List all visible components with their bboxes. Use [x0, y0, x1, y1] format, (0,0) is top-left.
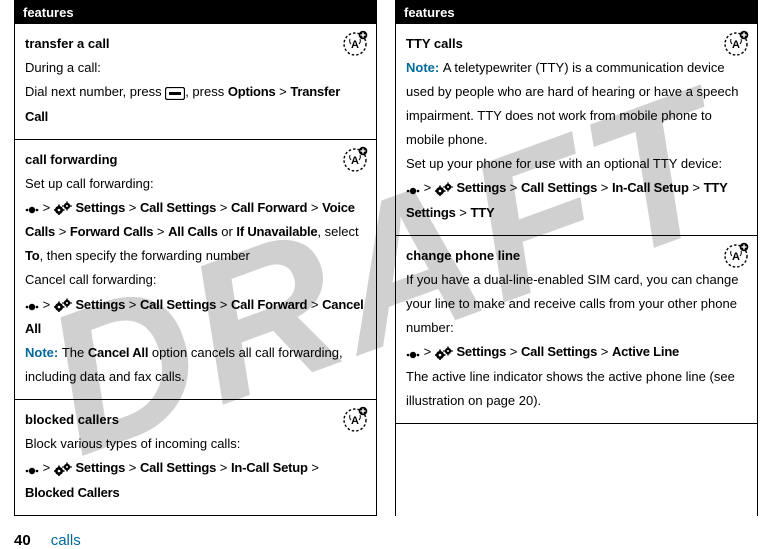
- feature-title: blocked callers: [25, 408, 366, 432]
- settings-icon: [54, 457, 72, 481]
- network-badge-icon: A: [342, 406, 368, 432]
- feature-cell: Atransfer a callDuring a call:Dial next …: [15, 24, 376, 140]
- menu-path-segment: TTY: [471, 205, 495, 220]
- feature-text: Note: The Cancel All option cancels all …: [25, 341, 366, 389]
- menu-path-segment: Settings: [75, 200, 125, 215]
- network-badge-icon: A: [342, 30, 368, 56]
- feature-cell: ATTY callsNote: A teletypewriter (TTY) i…: [396, 24, 757, 236]
- feature-text: Cancel call forwarding:: [25, 268, 366, 292]
- menu-path-segment: Call Settings: [521, 180, 597, 195]
- feature-text: During a call:: [25, 56, 366, 80]
- network-badge-icon: A: [342, 146, 368, 172]
- menu-path-segment: In-Call Setup: [231, 460, 308, 475]
- menu-path-segment: Call Forward: [231, 200, 307, 215]
- page-footer: 40 calls: [0, 516, 772, 549]
- feature-title: transfer a call: [25, 32, 366, 56]
- left-column: features Atransfer a callDuring a call:D…: [14, 0, 377, 516]
- feature-cell: Ablocked callersBlock various types of i…: [15, 400, 376, 516]
- settings-icon: [54, 293, 72, 317]
- svg-text:A: A: [351, 415, 359, 427]
- center-key-icon: [406, 341, 420, 365]
- left-cells: Atransfer a callDuring a call:Dial next …: [15, 24, 376, 516]
- menu-path-segment: Options: [228, 84, 276, 99]
- note-label: Note:: [25, 345, 62, 360]
- feature-text: > Settings > Call Settings > Active Line: [406, 340, 747, 365]
- menu-path-segment: Call Settings: [140, 460, 216, 475]
- menu-path-segment: Call Settings: [521, 344, 597, 359]
- feature-text: If you have a dual-line-enabled SIM card…: [406, 268, 747, 340]
- svg-text:A: A: [351, 39, 359, 51]
- right-column: features ATTY callsNote: A teletypewrite…: [395, 0, 758, 516]
- menu-path-segment: All Calls: [168, 224, 218, 239]
- svg-text:A: A: [732, 39, 740, 51]
- feature-cell: Acall forwardingSet up call forwarding: …: [15, 140, 376, 401]
- svg-text:A: A: [732, 251, 740, 263]
- settings-icon: [435, 341, 453, 365]
- menu-path-segment: Call Settings: [140, 297, 216, 312]
- menu-path-segment: Forward Calls: [70, 224, 153, 239]
- right-cells: ATTY callsNote: A teletypewriter (TTY) i…: [396, 24, 757, 424]
- menu-path-segment: Settings: [75, 460, 125, 475]
- menu-path-segment: Blocked Callers: [25, 485, 120, 500]
- page-number: 40: [14, 532, 31, 549]
- feature-text: Block various types of incoming calls:: [25, 432, 366, 456]
- feature-text: Note: A teletypewriter (TTY) is a commun…: [406, 56, 747, 152]
- network-badge-icon: A: [723, 30, 749, 56]
- feature-text: > Settings > Call Settings > Call Forwar…: [25, 196, 366, 269]
- menu-path-segment: Call Settings: [140, 200, 216, 215]
- center-key-icon: [25, 457, 39, 481]
- feature-text: > Settings > Call Settings > In-Call Set…: [406, 176, 747, 225]
- note-label: Note:: [406, 60, 443, 75]
- menu-path-segment: Settings: [75, 297, 125, 312]
- feature-title: TTY calls: [406, 32, 747, 56]
- network-badge-icon: A: [723, 242, 749, 268]
- menu-path-segment: If Unavailable: [236, 224, 317, 239]
- settings-icon: [54, 196, 72, 220]
- settings-icon: [435, 177, 453, 201]
- menu-path-segment: Cancel All: [88, 345, 148, 360]
- feature-text: > Settings > Call Settings > In-Call Set…: [25, 456, 366, 505]
- feature-text: The active line indicator shows the acti…: [406, 365, 747, 413]
- feature-text: Set up call forwarding:: [25, 172, 366, 196]
- feature-text: Set up your phone for use with an option…: [406, 152, 747, 176]
- center-key-icon: [25, 293, 39, 317]
- key-icon: [165, 81, 185, 105]
- menu-path-segment: Active Line: [612, 344, 679, 359]
- feature-cell: Achange phone lineIf you have a dual-lin…: [396, 236, 757, 424]
- feature-title: call forwarding: [25, 148, 366, 172]
- feature-text: > Settings > Call Settings > Call Forwar…: [25, 293, 366, 342]
- menu-path-segment: To: [25, 248, 40, 263]
- menu-path-segment: Settings: [456, 180, 506, 195]
- svg-text:A: A: [351, 155, 359, 167]
- menu-path-segment: Call Forward: [231, 297, 307, 312]
- feature-title: change phone line: [406, 244, 747, 268]
- right-header: features: [396, 1, 757, 24]
- content-columns: features Atransfer a callDuring a call:D…: [0, 0, 772, 516]
- menu-path-segment: In-Call Setup: [612, 180, 689, 195]
- menu-path-segment: Settings: [456, 344, 506, 359]
- center-key-icon: [406, 177, 420, 201]
- left-header: features: [15, 1, 376, 24]
- section-name: calls: [51, 532, 81, 549]
- center-key-icon: [25, 196, 39, 220]
- feature-text: Dial next number, press , press Options …: [25, 80, 366, 129]
